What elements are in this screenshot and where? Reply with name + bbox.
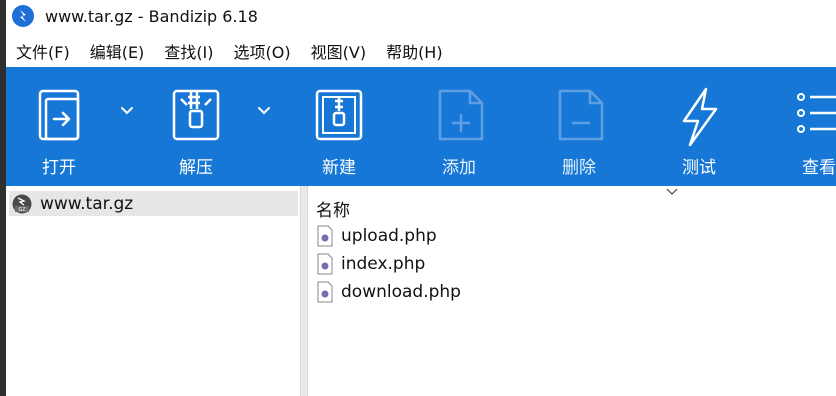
menu-view[interactable]: 视图(V) [301,39,376,63]
add-label: 添加 [442,158,476,178]
menu-edit[interactable]: 编辑(E) [80,39,155,63]
open-label: 打开 [42,158,76,178]
tree-label: www.tar.gz [40,193,134,214]
new-archive-icon [315,89,363,141]
file-row[interactable]: index.php [317,251,425,277]
new-label: 新建 [322,158,356,178]
window-title: www.tar.gz - Bandizip 6.18 [45,6,258,26]
new-archive-button[interactable]: 新建 [294,67,384,186]
pane-splitter[interactable] [300,186,308,396]
php-file-icon [317,253,333,275]
view-label: 查看 [802,158,836,178]
add-file-icon [438,89,484,141]
test-label: 测试 [682,158,716,178]
sort-chevron-icon[interactable] [666,188,678,196]
bandizip-window: www.tar.gz - Bandizip 6.18 文件(F) 编辑(E) 查… [6,0,836,396]
gz-archive-icon: GZ [12,194,32,213]
menu-help[interactable]: 帮助(H) [376,39,453,63]
file-name: index.php [341,254,426,274]
extract-label: 解压 [179,158,213,178]
open-dropdown-chevron-icon[interactable] [120,105,134,117]
extract-button[interactable]: 解压 [151,67,241,186]
delete-button[interactable]: 删除 [534,67,624,186]
file-name: upload.php [341,226,437,246]
folder-tree-pane: GZ www.tar.gz [6,186,300,396]
file-row[interactable]: download.php [317,279,461,305]
php-file-icon [317,225,333,247]
extract-zip-icon [172,89,220,141]
lightning-bolt-icon [682,87,718,147]
test-button[interactable]: 测试 [654,67,744,186]
delete-file-icon [558,89,604,141]
svg-text:GZ: GZ [19,207,26,213]
bandizip-logo-icon [12,5,34,27]
toolbar: 打开 解压 新建 添加 删除 测试 查看 [6,67,836,186]
menu-find[interactable]: 查找(I) [154,39,223,63]
title-bar: www.tar.gz - Bandizip 6.18 [6,0,836,32]
menu-options[interactable]: 选项(O) [224,39,301,63]
add-button[interactable]: 添加 [414,67,504,186]
list-view-icon [797,93,836,133]
tree-item-archive[interactable]: GZ www.tar.gz [9,191,298,216]
menu-file[interactable]: 文件(F) [6,39,80,63]
extract-dropdown-chevron-icon[interactable] [257,105,271,117]
file-row[interactable]: upload.php [317,223,437,249]
delete-label: 删除 [562,158,596,178]
file-name: download.php [341,282,461,302]
menu-bar: 文件(F) 编辑(E) 查找(I) 选项(O) 视图(V) 帮助(H) [6,36,836,66]
view-button[interactable]: 查看 [774,67,836,186]
open-button[interactable]: 打开 [14,67,104,186]
file-list-pane: 名称 upload.php index.php download.php [308,186,836,396]
php-file-icon [317,281,333,303]
open-archive-icon [38,89,80,141]
column-header-name[interactable]: 名称 [316,196,350,221]
